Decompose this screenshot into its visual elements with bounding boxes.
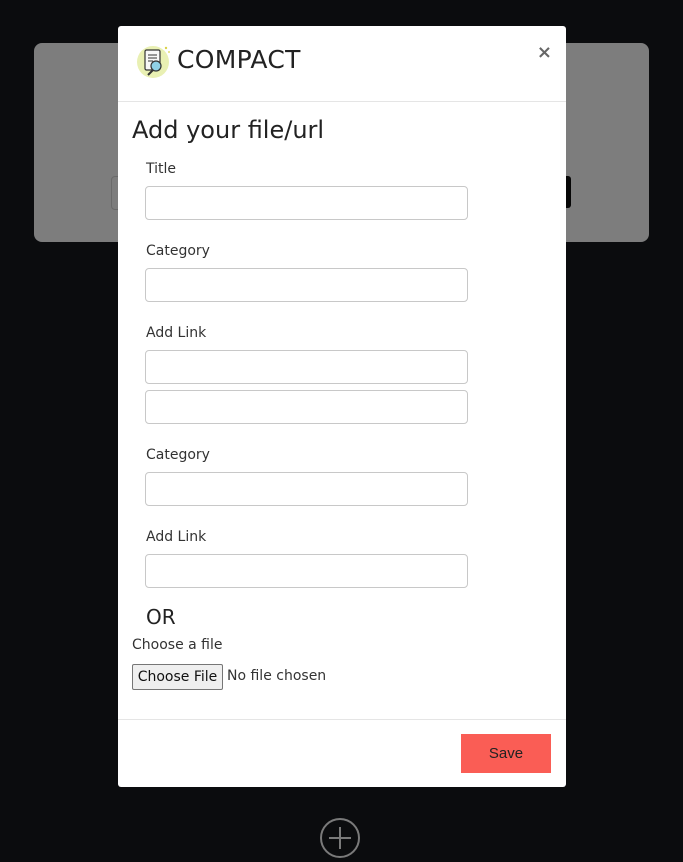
file-status-text: No file chosen xyxy=(227,668,327,684)
category-label-2: Category xyxy=(146,447,210,463)
category-input-2[interactable] xyxy=(145,472,468,506)
save-button[interactable]: Save xyxy=(461,734,551,773)
add-link-label: Add Link xyxy=(146,325,207,341)
title-input[interactable] xyxy=(145,186,468,220)
add-circle-icon[interactable] xyxy=(320,818,360,858)
or-divider-text: OR xyxy=(146,605,176,629)
add-link-input[interactable] xyxy=(145,350,468,384)
brand-name: COMPACT xyxy=(177,45,301,74)
category-label: Category xyxy=(146,243,210,259)
choose-file-button[interactable]: Choose File xyxy=(132,664,223,690)
modal-footer: Save xyxy=(118,719,566,788)
category-input[interactable] xyxy=(145,268,468,302)
choose-file-label: Choose a file xyxy=(132,637,223,653)
modal-header: COMPACT × xyxy=(118,26,566,102)
title-label: Title xyxy=(146,161,177,177)
add-link-input-2[interactable] xyxy=(145,554,468,588)
close-icon[interactable]: × xyxy=(537,43,552,63)
add-link-input-extra[interactable] xyxy=(145,390,468,424)
document-search-logo-icon xyxy=(137,46,170,78)
add-file-modal: COMPACT × Add your file/url Title Catego… xyxy=(118,26,566,787)
add-link-label-2: Add Link xyxy=(146,529,207,545)
modal-title: Add your file/url xyxy=(132,116,325,144)
